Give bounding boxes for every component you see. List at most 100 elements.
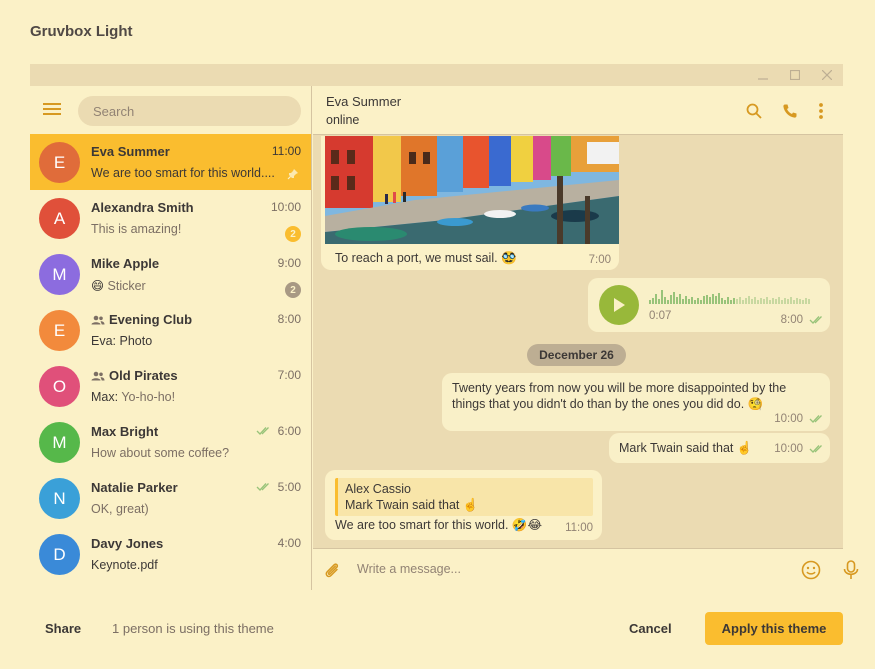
dialog-title: Gruvbox Light — [30, 23, 133, 40]
double-check-icon — [809, 445, 822, 453]
search-icon[interactable] — [743, 100, 765, 122]
date-separator: December 26 — [527, 344, 626, 366]
message-time: 11:00 — [565, 522, 593, 534]
chat-name: Davy Jones — [91, 536, 164, 551]
chat-time: 9:00 — [277, 256, 301, 270]
avatar: N — [39, 478, 80, 519]
chat-preview: OK, great) — [91, 502, 149, 516]
group-icon — [91, 371, 105, 380]
microphone-icon[interactable] — [840, 559, 862, 581]
close-icon[interactable] — [811, 64, 843, 86]
chat-preview: Keynote.pdf — [91, 558, 158, 572]
message-list: To reach a port, we must sail. 🥸 7:00 0:… — [313, 136, 843, 548]
photo-caption: To reach a port, we must sail. 🥸 — [335, 251, 517, 265]
play-icon[interactable] — [599, 285, 639, 325]
reply-text: Mark Twain said that ☝️ — [345, 498, 479, 512]
unread-badge: 2 — [285, 226, 301, 242]
chat-preview: We are too smart for this world.... — [91, 166, 275, 180]
double-check-icon — [809, 316, 822, 324]
chat-preview: Eva: Photo — [91, 334, 153, 348]
chat-preview: This is amazing! — [91, 222, 182, 236]
pin-icon — [287, 167, 299, 185]
emoji-icon[interactable] — [800, 559, 822, 581]
chat-item-old-pirates[interactable]: O Old Pirates 7:00 Max: Yo-ho-ho! — [30, 358, 311, 414]
theme-users-count: 1 person is using this theme — [112, 621, 274, 636]
phone-icon[interactable] — [779, 100, 801, 122]
chat-time: 8:00 — [277, 312, 301, 326]
avatar: D — [39, 534, 80, 575]
message-time: 10:00 — [774, 443, 825, 455]
chat-time: 5:00 — [256, 480, 301, 494]
minimize-icon[interactable] — [747, 64, 779, 86]
chat-list-sidebar: Search E Eva Summer 11:00 We are too sma… — [30, 86, 312, 590]
chat-header: Eva Summer online — [313, 86, 843, 135]
incoming-reply-message[interactable]: Alex Cassio Mark Twain said that ☝️ We a… — [325, 470, 602, 540]
reply-author: Alex Cassio — [345, 482, 411, 496]
chat-list: E Eva Summer 11:00 We are too smart for … — [30, 134, 311, 582]
maximize-icon[interactable] — [779, 64, 811, 86]
unread-badge: 2 — [285, 282, 301, 298]
chat-time: 4:00 — [277, 536, 301, 550]
chat-name: Alexandra Smith — [91, 200, 194, 215]
hamburger-icon[interactable] — [43, 102, 63, 118]
chat-name: Natalie Parker — [91, 480, 178, 495]
window-titlebar — [30, 64, 843, 86]
outgoing-message[interactable]: Mark Twain said that ☝️ 10:00 — [609, 433, 830, 463]
sticker-emoji: 😄 — [91, 279, 105, 293]
message-text: Mark Twain said that ☝️ — [619, 441, 753, 455]
chat-time: 6:00 — [256, 424, 301, 438]
chat-name: Evening Club — [91, 312, 192, 327]
double-check-icon — [809, 415, 822, 423]
double-check-icon — [256, 483, 269, 491]
chat-preview: 😄 Sticker — [91, 279, 146, 293]
chat-item-natalie-parker[interactable]: N Natalie Parker 5:00 OK, great) — [30, 470, 311, 526]
voice-duration: 0:07 — [649, 310, 672, 322]
more-vertical-icon[interactable] — [810, 100, 832, 122]
chat-item-mike-apple[interactable]: M Mike Apple 9:00 😄 Sticker 2 — [30, 246, 311, 302]
chat-item-eva-summer[interactable]: E Eva Summer 11:00 We are too smart for … — [30, 134, 311, 190]
avatar: E — [39, 310, 80, 351]
voice-message[interactable]: 0:07 8:00 — [588, 278, 830, 332]
photo-message[interactable]: To reach a port, we must sail. 🥸 7:00 — [321, 136, 619, 270]
outgoing-message[interactable]: Twenty years from now you will be more d… — [442, 373, 830, 431]
reply-quote[interactable]: Alex Cassio Mark Twain said that ☝️ — [335, 478, 593, 516]
chat-time: 10:00 — [270, 200, 301, 214]
chat-preview: Max: Yo-ho-ho! — [91, 390, 176, 404]
search-input[interactable]: Search — [78, 96, 301, 126]
waveform — [649, 290, 810, 304]
chat-item-davy-jones[interactable]: D Davy Jones 4:00 Keynote.pdf — [30, 526, 311, 582]
group-icon — [91, 315, 105, 324]
cancel-button[interactable]: Cancel — [629, 621, 672, 636]
avatar: O — [39, 366, 80, 407]
chat-item-alexandra-smith[interactable]: A Alexandra Smith 10:00 This is amazing!… — [30, 190, 311, 246]
message-time: 7:00 — [588, 254, 611, 266]
attach-icon[interactable] — [321, 559, 343, 581]
chat-item-evening-club[interactable]: E Evening Club 8:00 Eva: Photo — [30, 302, 311, 358]
avatar: E — [39, 142, 80, 183]
chat-item-max-bright[interactable]: M Max Bright 6:00 How about some coffee? — [30, 414, 311, 470]
avatar: M — [39, 422, 80, 463]
avatar: M — [39, 254, 80, 295]
message-time: 8:00 — [781, 314, 825, 326]
message-text: Twenty years from now you will be more d… — [452, 381, 787, 411]
message-input[interactable]: Write a message... — [357, 562, 461, 576]
chat-name: Old Pirates — [91, 368, 178, 383]
chat-name: Mike Apple — [91, 256, 160, 271]
chat-time: 11:00 — [271, 144, 301, 158]
peer-name[interactable]: Eva Summer — [326, 94, 401, 109]
apply-theme-button[interactable]: Apply this theme — [705, 612, 843, 645]
chat-preview: How about some coffee? — [91, 446, 230, 460]
share-button[interactable]: Share — [45, 621, 81, 636]
message-composer: Write a message... — [313, 548, 859, 590]
peer-status: online — [326, 113, 360, 127]
chat-panel: Eva Summer online To reach a port, we mu… — [313, 86, 859, 590]
double-check-icon — [256, 427, 269, 435]
avatar: A — [39, 198, 80, 239]
message-time: 10:00 — [774, 413, 825, 425]
chat-time: 7:00 — [277, 368, 301, 382]
message-text: We are too smart for this world. 🤣😂 — [335, 518, 543, 532]
chat-name: Max Bright — [91, 424, 159, 439]
theme-preview-window: Search E Eva Summer 11:00 We are too sma… — [30, 64, 859, 590]
chat-name: Eva Summer — [91, 144, 170, 159]
photo-image[interactable] — [325, 136, 619, 244]
